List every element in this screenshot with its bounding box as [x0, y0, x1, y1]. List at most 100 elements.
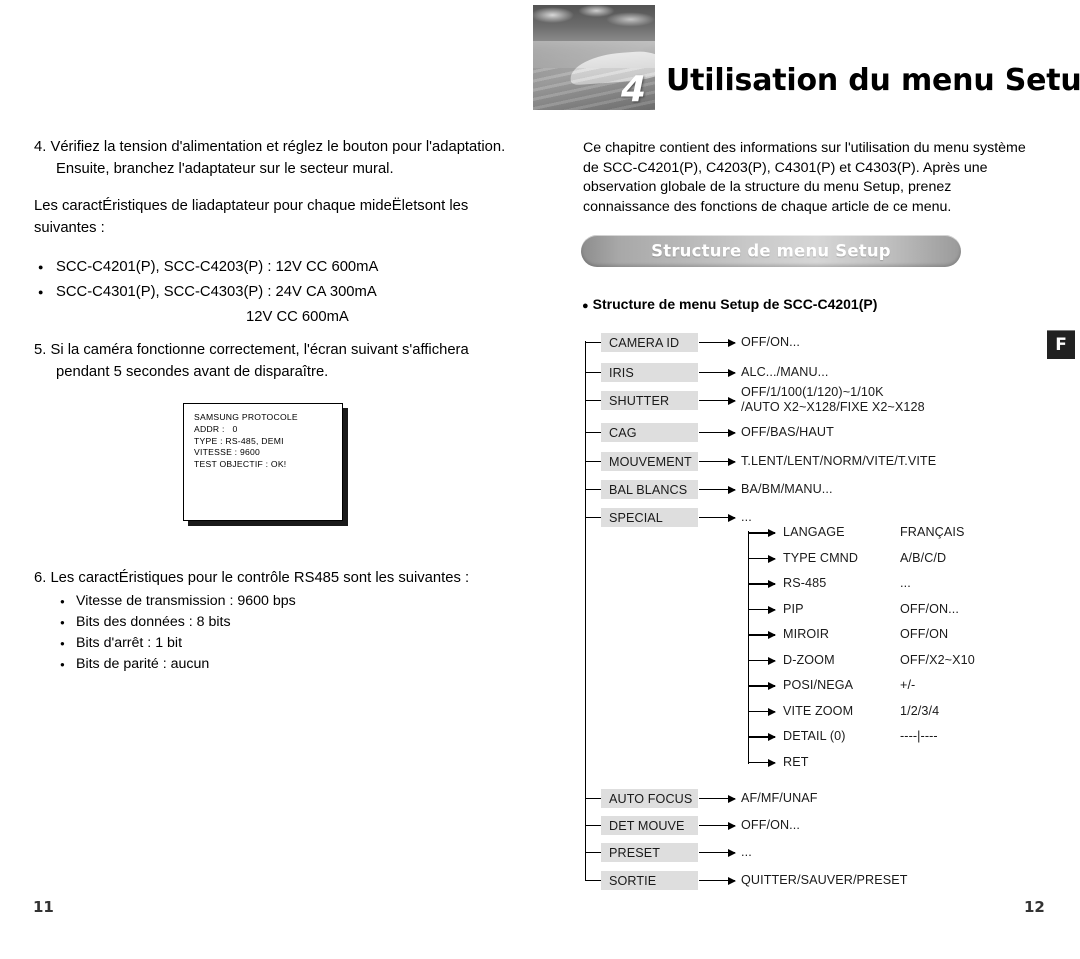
submenu-node-posi-nega[interactable]: POSI/NEGA: [783, 678, 853, 692]
tree-arrow: [699, 484, 736, 496]
tree-arrow: [699, 875, 736, 887]
tree-connector-stub: [585, 879, 601, 882]
dialog-line-type: TYPE : RS-485, DEMI: [194, 435, 284, 446]
menu-node-value: AF/MF/UNAF: [741, 791, 818, 805]
menu-node-value: OFF/ON...: [741, 818, 800, 832]
submenu-node-vite-zoom[interactable]: VITE ZOOM: [783, 704, 853, 718]
menu-node-label: SHUTTER: [609, 393, 670, 408]
tree-arrow: [748, 680, 776, 692]
tree-connector-stub: [585, 797, 601, 800]
submenu-node-value: OFF/ON: [900, 627, 949, 641]
menu-node-value: ...: [741, 510, 752, 524]
tree-arrow: [748, 655, 776, 667]
dialog-body: SAMSUNG PROTOCOLE ADDR : 0 TYPE : RS-485…: [183, 403, 343, 521]
tree-arrow: [748, 706, 776, 718]
menu-node-value: BA/BM/MANU...: [741, 482, 833, 496]
step-4-paragraph: 4. Vérifiez la tension d'alimentation et…: [34, 139, 506, 177]
menu-node-sortie[interactable]: SORTIE: [601, 871, 698, 890]
tree-connector-stub: [585, 431, 601, 434]
submenu-node-langage[interactable]: LANGAGE: [783, 525, 845, 539]
tree-arrow: [699, 367, 736, 379]
submenu-node-value: OFF/ON...: [900, 601, 959, 616]
step-6-block: 6. Les caractÉristiques pour le contrôle…: [34, 568, 514, 675]
submenu-node-type-cmnd[interactable]: TYPE CMND: [783, 551, 858, 565]
chapter-title: Utilisation du menu Setup: [666, 63, 1080, 98]
menu-node-special[interactable]: SPECIAL: [601, 508, 698, 527]
submenu-node-value: A/B/C/D: [900, 550, 947, 565]
tree-arrow: [748, 604, 776, 616]
menu-node-label: DET MOUVE: [609, 818, 685, 833]
chapter-header: 4 Utilisation du menu Setup: [533, 5, 1080, 117]
tree-arrow: [748, 629, 776, 641]
tree-connector-stub: [585, 824, 601, 827]
menu-node-shutter[interactable]: SHUTTER: [601, 391, 698, 410]
step-5-block: 5. Si la caméra fonctionne correctement,…: [34, 340, 514, 399]
menu-node-auto-focus[interactable]: AUTO FOCUS: [601, 789, 698, 808]
dialog-line-vitesse: VITESSE : 9600: [194, 447, 261, 458]
dialog-line-protocol: SAMSUNG PROTOCOLE: [194, 412, 298, 422]
menu-node-label: SORTIE: [609, 873, 657, 888]
section-banner-label: Structure de menu Setup: [651, 241, 891, 261]
submenu-node-value: OFF/X2~X10: [900, 652, 975, 667]
menu-node-cag[interactable]: CAG: [601, 423, 698, 442]
menu-node-label: IRIS: [609, 365, 634, 380]
submenu-node-ret[interactable]: RET: [783, 755, 809, 769]
menu-node-bal-blancs[interactable]: BAL BLANCS: [601, 480, 698, 499]
submenu-node-d-zoom[interactable]: D-ZOOM: [783, 653, 835, 667]
tree-connector-stub: [585, 516, 601, 519]
list-item: Bits d'arrêt : 1 bit: [60, 633, 514, 654]
tree-arrow: [699, 847, 736, 859]
submenu-node-miroir[interactable]: MIROIR: [783, 627, 829, 641]
menu-node-value: ALC.../MANU...: [741, 365, 829, 379]
list-item: SCC-C4201(P), SCC-C4203(P) : 12V CC 600m…: [34, 255, 514, 280]
submenu-node-detail-0[interactable]: DETAIL (0): [783, 729, 846, 743]
page-number-right: 12: [1024, 898, 1045, 916]
tree-trunk-special: [748, 531, 750, 764]
submenu-node-rs-485[interactable]: RS-485: [783, 576, 826, 590]
tree-trunk-main: [585, 341, 587, 881]
tree-connector-stub: [585, 488, 601, 491]
menu-node-label: MOUVEMENT: [609, 454, 692, 469]
rs485-spec-list: Vitesse de transmission : 9600 bps Bits …: [34, 591, 514, 675]
tree-arrow: [748, 578, 776, 590]
submenu-node-value: ----|----: [900, 729, 938, 743]
menu-node-value: OFF/ON...: [741, 335, 800, 349]
menu-node-value: QUITTER/SAUVER/PRESET: [741, 873, 908, 887]
section-heading-label: Structure de menu Setup de SCC-C4201(P): [592, 296, 878, 312]
tree-arrow: [699, 793, 736, 805]
tree-connector-stub: [585, 399, 601, 402]
dialog-line-addr: ADDR : 0: [194, 423, 238, 434]
dialog-line-test: TEST OBJECTIF : OK!: [194, 459, 287, 470]
tree-arrow: [699, 512, 736, 524]
adapter-specs-intro: Les caractÉristiques de liadaptateur pou…: [34, 198, 469, 236]
left-column: 4. Vérifiez la tension d'alimentation et…: [34, 137, 514, 330]
menu-node-det-mouve[interactable]: DET MOUVE: [601, 816, 698, 835]
menu-node-value: OFF/1/100(1/120)~1/10K /AUTO X2~X128/FIX…: [741, 385, 925, 414]
menu-node-mouvement[interactable]: MOUVEMENT: [601, 452, 698, 471]
menu-node-label: SPECIAL: [609, 510, 663, 525]
tree-connector-stub: [585, 341, 601, 344]
menu-node-label: PRESET: [609, 845, 660, 860]
adapter-spec-list: SCC-C4201(P), SCC-C4203(P) : 12V CC 600m…: [34, 255, 514, 305]
submenu-node-pip[interactable]: PIP: [783, 602, 804, 616]
section-heading: ● Structure de menu Setup de SCC-C4201(P): [582, 296, 877, 312]
bullet-icon: ●: [582, 300, 589, 312]
menu-node-value: OFF/BAS/HAUT: [741, 425, 834, 439]
menu-node-iris[interactable]: IRIS: [601, 363, 698, 382]
menu-node-label: CAMERA ID: [609, 335, 680, 350]
menu-node-label: BAL BLANCS: [609, 482, 688, 497]
tree-arrow: [748, 553, 776, 565]
menu-node-preset[interactable]: PRESET: [601, 843, 698, 862]
list-item: Vitesse de transmission : 9600 bps: [60, 591, 514, 612]
menu-node-camera-id[interactable]: CAMERA ID: [601, 333, 698, 352]
device-status-dialog: SAMSUNG PROTOCOLE ADDR : 0 TYPE : RS-485…: [183, 403, 348, 526]
menu-node-value: T.LENT/LENT/NORM/VITE/T.VITE: [741, 454, 937, 468]
submenu-node-value: 1/2/3/4: [900, 703, 940, 718]
tree-arrow: [699, 456, 736, 468]
menu-node-value: ...: [741, 845, 752, 859]
cloud-layer: [533, 5, 655, 41]
tree-arrow: [699, 427, 736, 439]
page-number-left: 11: [33, 898, 54, 916]
list-item: Bits des données : 8 bits: [60, 612, 514, 633]
step-6-paragraph: 6. Les caractÉristiques pour le contrôle…: [34, 570, 470, 586]
